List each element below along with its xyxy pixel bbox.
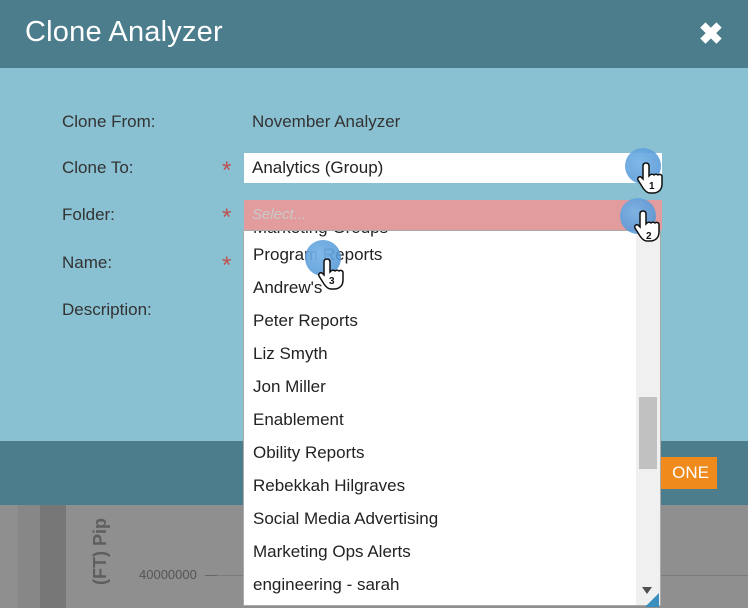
list-item[interactable]: Rebekkah Hilgraves <box>253 476 405 496</box>
dialog-title: Clone Analyzer <box>25 16 223 48</box>
list-item[interactable]: Jon Miller <box>253 377 326 397</box>
list-item[interactable]: engineering - sarah <box>253 575 399 595</box>
clone-to-select[interactable]: Analytics (Group) <box>244 153 662 183</box>
close-icon[interactable]: ✖ <box>698 20 724 50</box>
description-label: Description: <box>62 300 152 319</box>
clone-from-value: November Analyzer <box>252 112 401 131</box>
required-icon: * <box>222 204 232 231</box>
list-item[interactable]: Liz Smyth <box>253 344 328 364</box>
background-tick-line <box>205 575 217 576</box>
dialog-header: Clone Analyzer ✖ <box>0 0 748 68</box>
background-axis-tick: 40000000 <box>139 567 197 582</box>
list-item[interactable]: Obility Reports <box>253 443 364 463</box>
required-icon: * <box>222 252 232 279</box>
list-item[interactable]: Social Media Advertising <box>253 509 438 529</box>
resize-corner-icon <box>645 593 659 607</box>
list-item[interactable]: Andrew's <box>253 278 322 298</box>
dropdown-scrollbar[interactable] <box>636 231 660 605</box>
list-item-partial[interactable]: Marketing Groups <box>253 231 388 238</box>
folder-dropdown-list[interactable]: Marketing Groups Program Reports Andrew'… <box>243 230 661 606</box>
scrollbar-thumb[interactable] <box>639 397 657 469</box>
click-marker-number: 1 <box>649 181 655 192</box>
list-item[interactable]: Marketing Ops Alerts <box>253 542 411 562</box>
list-item[interactable]: Enablement <box>253 410 344 430</box>
list-item[interactable]: Peter Reports <box>253 311 358 331</box>
folder-select[interactable]: Select... <box>244 200 662 230</box>
background-chart-title: (FT) Pip <box>90 518 110 585</box>
clone-to-label: Clone To: <box>62 158 134 177</box>
name-label: Name: <box>62 253 113 272</box>
background-strip <box>18 505 40 608</box>
clone-from-label: Clone From: <box>62 112 156 131</box>
required-icon: * <box>222 157 232 184</box>
folder-label: Folder: <box>62 205 115 224</box>
click-marker-number: 2 <box>646 231 652 242</box>
background-strip <box>40 505 66 608</box>
click-marker-number: 3 <box>329 276 335 287</box>
